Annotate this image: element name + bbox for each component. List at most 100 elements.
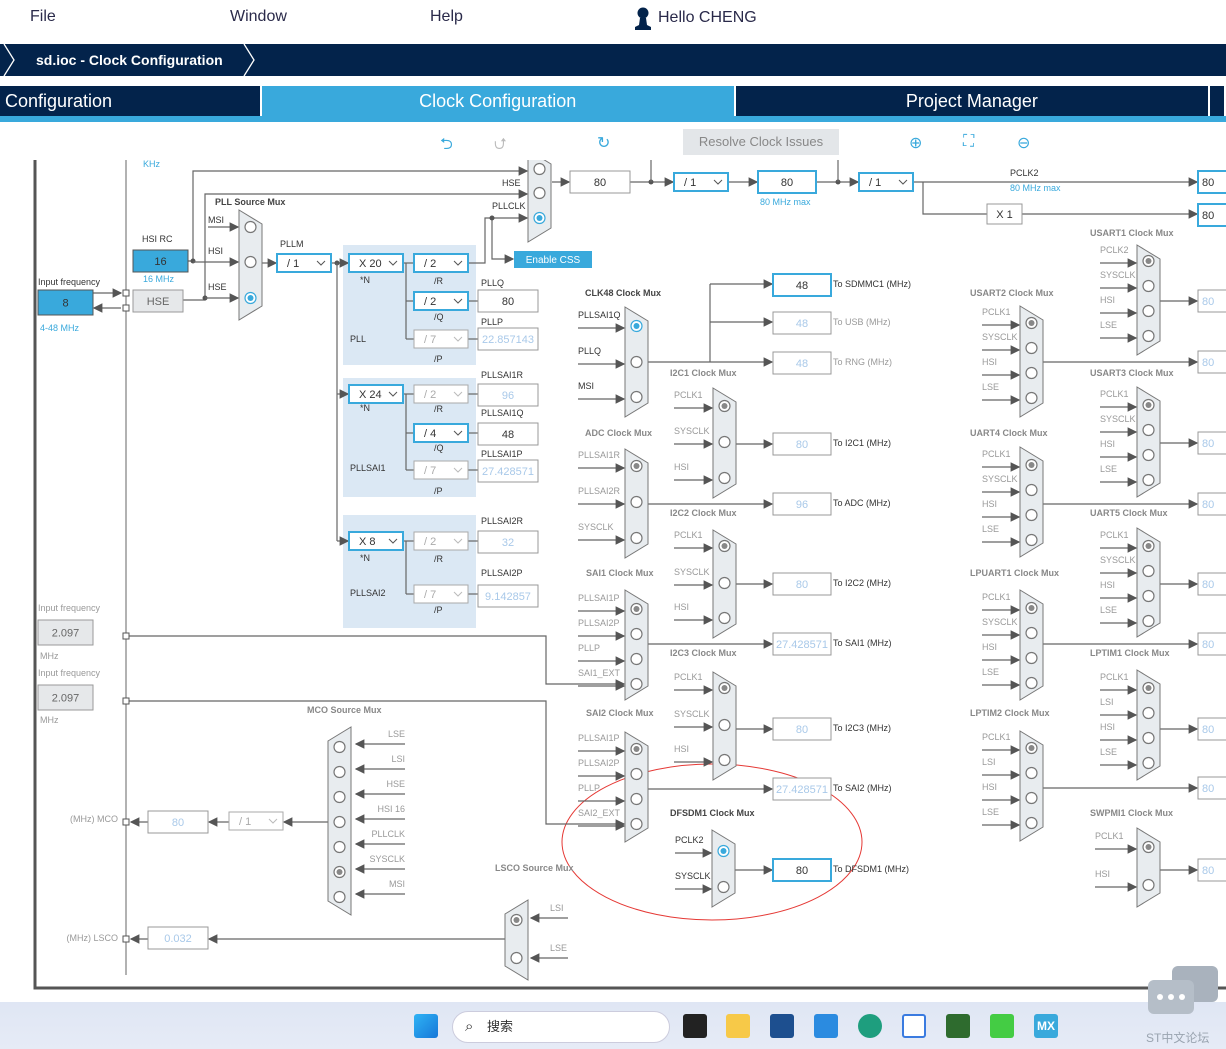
mux-radio[interactable] bbox=[1025, 816, 1038, 830]
pllsai1p-value[interactable]: 27.428571 bbox=[477, 459, 539, 483]
pllsai2-r-dropdown[interactable]: / 2 bbox=[413, 531, 469, 551]
edge-icon[interactable] bbox=[858, 1014, 882, 1038]
pllsai2-p-dropdown[interactable]: / 7 bbox=[413, 584, 469, 604]
mux-radio[interactable] bbox=[1142, 706, 1155, 720]
mux-radio[interactable] bbox=[1142, 448, 1155, 462]
mail-icon[interactable] bbox=[814, 1014, 838, 1038]
pllsai1q-value[interactable]: 48 bbox=[477, 422, 539, 446]
dfsdm1-clock-mux-output[interactable]: 80 bbox=[772, 858, 832, 882]
hclk-value[interactable]: 80 bbox=[757, 170, 817, 194]
stm32cubemx-icon[interactable]: MX bbox=[1034, 1014, 1058, 1038]
mux-radio[interactable] bbox=[333, 890, 346, 904]
usart3-clock-mux-output[interactable]: 80 bbox=[1197, 431, 1226, 455]
mux-radio[interactable] bbox=[333, 765, 346, 779]
breadcrumb[interactable]: sd.ioc - Clock Configuration bbox=[14, 44, 237, 76]
clk48-output-0[interactable]: 48 bbox=[772, 273, 832, 297]
windows-start-icon[interactable] bbox=[414, 1014, 438, 1038]
apb2-prescaler-dropdown[interactable]: / 1 bbox=[858, 172, 914, 192]
lpuart1-clock-mux-output[interactable]: 80 bbox=[1197, 632, 1226, 656]
sysclk-value[interactable]: 80 bbox=[569, 170, 631, 194]
menu-help[interactable]: Help bbox=[430, 8, 463, 26]
mux-radio[interactable] bbox=[1025, 533, 1038, 547]
mux-radio[interactable] bbox=[1025, 651, 1038, 665]
taskbar-search[interactable]: ⌕ 搜索 bbox=[452, 1011, 670, 1043]
hse-frequency-input[interactable]: 8 bbox=[37, 289, 94, 316]
mux-radio[interactable] bbox=[718, 471, 731, 485]
lsco-output[interactable]: 0.032 bbox=[147, 926, 209, 950]
tab-clock-configuration[interactable]: Clock Configuration bbox=[261, 86, 734, 116]
usart2-clock-mux-output[interactable]: 80 bbox=[1197, 350, 1226, 374]
mux-radio[interactable] bbox=[1142, 564, 1155, 578]
mux-radio[interactable] bbox=[718, 753, 731, 767]
mux-radio[interactable] bbox=[630, 627, 643, 641]
pll-r-dropdown[interactable]: / 2 bbox=[413, 253, 469, 273]
mux-radio[interactable] bbox=[718, 435, 731, 449]
resolve-clock-issues-button[interactable]: Resolve Clock Issues bbox=[683, 129, 839, 155]
baidu-netdisk-icon[interactable] bbox=[902, 1014, 926, 1038]
redo-icon[interactable]: ⮍ bbox=[494, 133, 507, 160]
hsi-rc-value[interactable]: 16 bbox=[132, 249, 189, 273]
mux-radio[interactable] bbox=[630, 531, 643, 545]
mux-radio[interactable] bbox=[717, 880, 730, 894]
mux-radio[interactable] bbox=[630, 355, 643, 369]
mux-radio[interactable] bbox=[630, 767, 643, 781]
mux-radio[interactable] bbox=[630, 390, 643, 404]
mux-radio[interactable] bbox=[1142, 329, 1155, 343]
hse-block[interactable]: HSE bbox=[132, 289, 184, 313]
mux-radio[interactable] bbox=[1025, 366, 1038, 380]
pllsai1-q-dropdown[interactable]: / 4 bbox=[413, 423, 469, 443]
mux-radio[interactable] bbox=[1142, 473, 1155, 487]
mux-radio[interactable] bbox=[1142, 279, 1155, 293]
mux-radio[interactable] bbox=[533, 186, 546, 200]
mux-radio[interactable] bbox=[630, 677, 643, 691]
i2c1-clock-mux-output[interactable]: 80 bbox=[772, 432, 832, 456]
store-icon[interactable] bbox=[770, 1014, 794, 1038]
mux-radio[interactable] bbox=[1142, 731, 1155, 745]
mux-radio[interactable] bbox=[333, 840, 346, 854]
zoom-in-icon[interactable]: ⊕ bbox=[909, 133, 922, 153]
pll-q-dropdown[interactable]: / 2 bbox=[413, 291, 469, 311]
lptim2-clock-mux-output[interactable]: 80 bbox=[1197, 776, 1226, 800]
ext-input-frequency[interactable]: 2.097 bbox=[37, 684, 94, 711]
i2c2-clock-mux-output[interactable]: 80 bbox=[772, 572, 832, 596]
mux-radio[interactable] bbox=[1025, 766, 1038, 780]
pllsai2-n-dropdown[interactable]: X 8 bbox=[348, 531, 404, 551]
mux-radio[interactable] bbox=[1025, 391, 1038, 405]
mux-radio[interactable] bbox=[1025, 508, 1038, 522]
mux-radio[interactable] bbox=[718, 718, 731, 732]
apb2-timer-output[interactable]: 80 bbox=[1197, 203, 1226, 227]
adc-clock-mux-output[interactable]: 96 bbox=[772, 492, 832, 516]
pllm-dropdown[interactable]: / 1 bbox=[276, 253, 332, 273]
pllsai2r-value[interactable]: 32 bbox=[477, 530, 539, 554]
tab-project-manager[interactable]: Project Manager bbox=[735, 86, 1209, 116]
ahb-prescaler-dropdown[interactable]: / 1 bbox=[673, 172, 729, 192]
pllp-value[interactable]: 22.857143 bbox=[477, 327, 539, 351]
mux-radio[interactable] bbox=[1025, 626, 1038, 640]
pllsai1r-value[interactable]: 96 bbox=[477, 383, 539, 407]
mux-radio[interactable] bbox=[1025, 791, 1038, 805]
mux-radio[interactable] bbox=[1025, 676, 1038, 690]
sai1-clock-mux-output[interactable]: 27.428571 bbox=[772, 632, 832, 656]
undo-icon[interactable]: ⮌ bbox=[440, 133, 453, 160]
task-view-icon[interactable] bbox=[683, 1014, 707, 1038]
mux-radio[interactable] bbox=[1025, 483, 1038, 497]
clk48-output-1[interactable]: 48 bbox=[772, 311, 832, 335]
pll-n-dropdown[interactable]: X 20 bbox=[348, 253, 404, 273]
mux-radio[interactable] bbox=[1142, 304, 1155, 318]
mux-radio[interactable] bbox=[1142, 423, 1155, 437]
mux-radio[interactable] bbox=[244, 220, 257, 234]
reset-icon[interactable]: ↻ bbox=[597, 133, 610, 153]
apb2-timer-multiplier[interactable]: X 1 bbox=[986, 203, 1023, 225]
mux-radio[interactable] bbox=[1142, 589, 1155, 603]
mux-radio[interactable] bbox=[333, 790, 346, 804]
pclk2-output[interactable]: 80 bbox=[1197, 170, 1226, 194]
mux-radio[interactable] bbox=[630, 495, 643, 509]
mux-radio[interactable] bbox=[510, 951, 523, 965]
mux-radio[interactable] bbox=[1142, 756, 1155, 770]
app-icon[interactable] bbox=[990, 1014, 1014, 1038]
mux-radio[interactable] bbox=[1142, 878, 1155, 892]
pllsai1-p-dropdown[interactable]: / 7 bbox=[413, 460, 469, 480]
usart1-clock-mux-output[interactable]: 80 bbox=[1197, 289, 1226, 313]
mux-radio[interactable] bbox=[718, 611, 731, 625]
mux-radio[interactable] bbox=[630, 792, 643, 806]
